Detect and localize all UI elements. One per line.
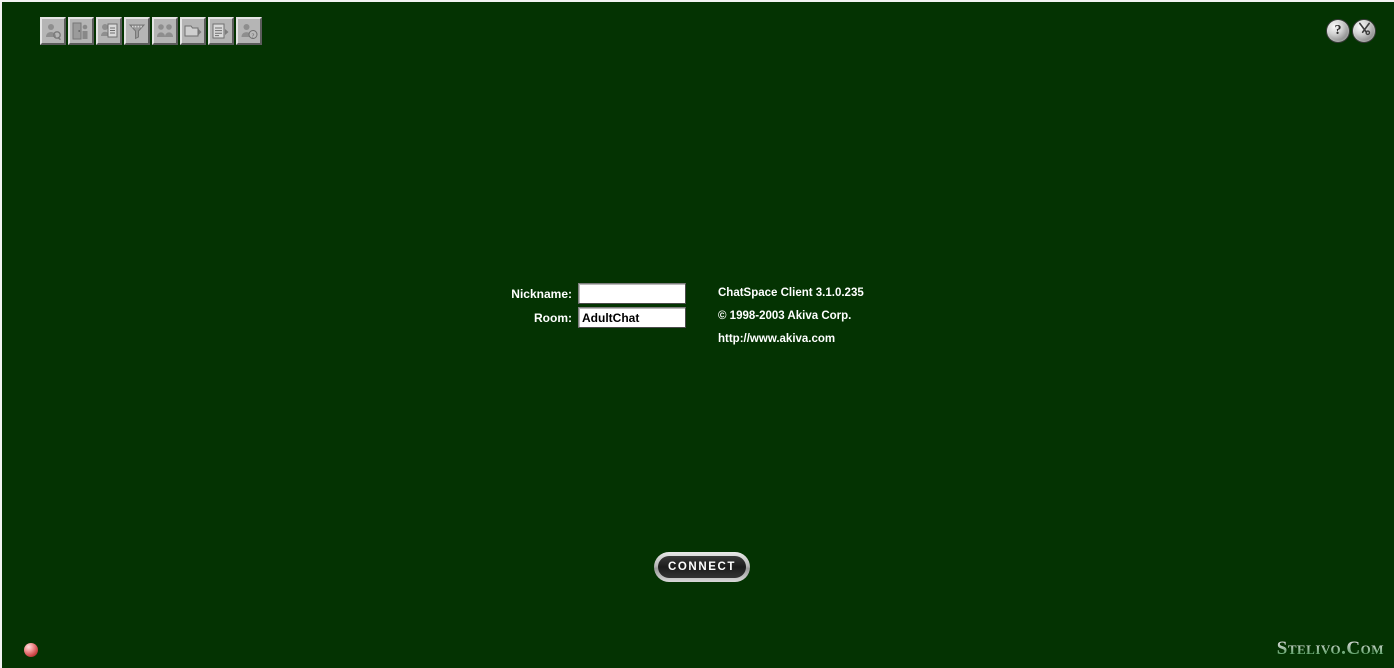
toolbar: ? [40, 17, 262, 45]
user-help-icon: ? [240, 22, 258, 40]
members-icon [156, 22, 174, 40]
message-list-icon [100, 22, 118, 40]
help-button[interactable]: ? [1327, 20, 1349, 42]
connect-button-inner: CONNECT [658, 556, 746, 578]
toolbar-button-message-list[interactable] [96, 17, 122, 45]
toolbar-button-members[interactable] [152, 17, 178, 45]
folder-icon [184, 22, 202, 40]
vendor-url-text: http://www.akiva.com [718, 333, 836, 345]
help-icon: ? [1334, 23, 1342, 38]
nickname-input[interactable] [578, 283, 686, 304]
copyright-text: © 1998-2003 Akiva Corp. [718, 310, 852, 322]
toolbar-button-who-is[interactable]: ? [236, 17, 262, 45]
connection-status-indicator [24, 643, 38, 657]
chat-client-window: ? ? Nickname: Room: AdultChat ChatSpace … [0, 0, 1394, 668]
room-row: Room: [500, 306, 686, 329]
toolbar-button-filter[interactable] [124, 17, 150, 45]
toolbar-button-user-profile[interactable] [40, 17, 66, 45]
tools-button[interactable] [1353, 20, 1375, 42]
login-form: Nickname: Room: ChatSpace Client 3.1.0.2… [500, 282, 864, 351]
exit-room-icon [72, 22, 90, 40]
tools-icon [1357, 21, 1372, 41]
client-version-text: ChatSpace Client 3.1.0.235 [718, 287, 864, 299]
user-profile-icon [44, 22, 62, 40]
nickname-row: Nickname: [500, 282, 686, 305]
toolbar-button-rooms[interactable] [180, 17, 206, 45]
nickname-label: Nickname: [511, 286, 572, 301]
toolbar-button-exit-room[interactable] [68, 17, 94, 45]
connect-button-label: CONNECT [667, 561, 737, 573]
room-label: Room: [534, 310, 572, 325]
login-fields: Nickname: Room: [500, 282, 686, 330]
filter-icon [128, 22, 146, 40]
connect-button[interactable]: CONNECT [654, 552, 750, 582]
room-input[interactable] [578, 307, 686, 328]
client-info: ChatSpace Client 3.1.0.235 © 1998-2003 A… [718, 282, 864, 351]
svg-text:?: ? [252, 32, 255, 39]
toolbar-button-log[interactable] [208, 17, 234, 45]
site-watermark: Stelivo.Com [1276, 638, 1384, 659]
log-icon [212, 22, 230, 40]
